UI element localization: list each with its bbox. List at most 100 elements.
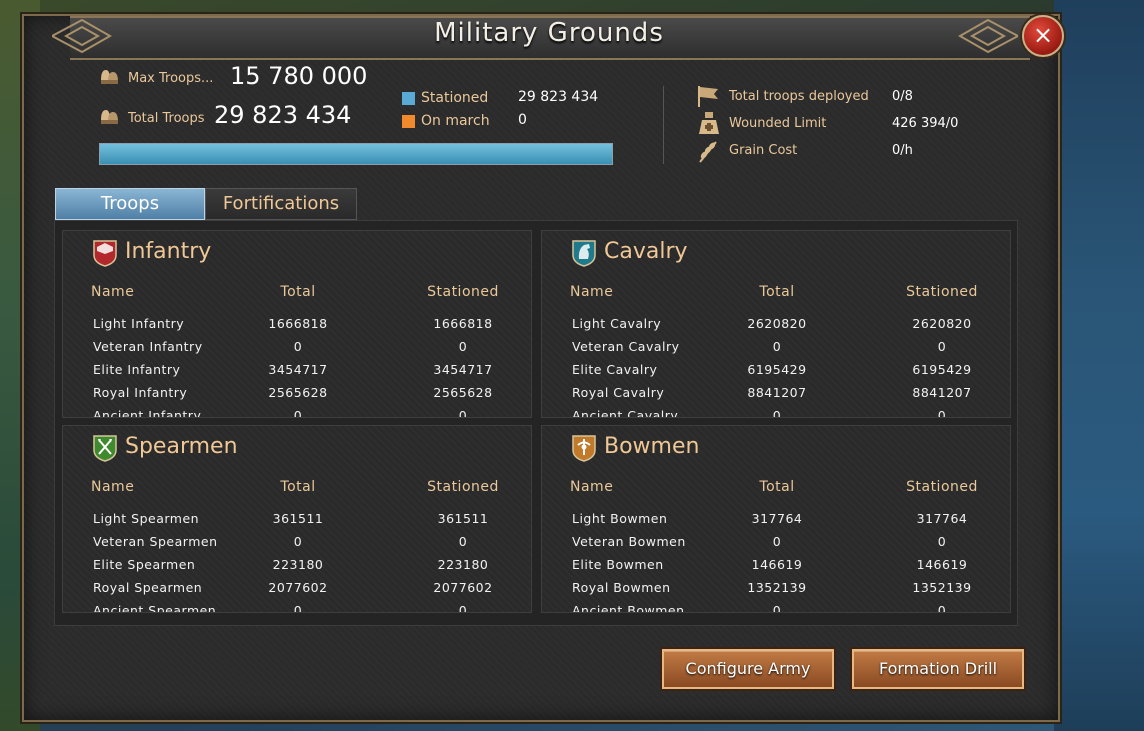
troop-name: Royal Spearmen <box>93 580 203 595</box>
column-header-total: Total <box>280 284 316 300</box>
troop-stationed: 3454717 <box>433 362 493 377</box>
troop-name: Veteran Bowmen <box>572 534 686 549</box>
bowmen-card: Bowmen Name Total Stationed Light Bowmen 3177… <box>541 425 1011 613</box>
tab-fortifications[interactable]: Fortifications <box>205 188 357 220</box>
stationed-label: Stationed <box>421 90 489 106</box>
cavalry-card: Cavalry Name Total Stationed Light Cavalry 26… <box>541 230 1011 418</box>
stationed-legend-swatch <box>402 92 415 105</box>
column-header-stationed: Stationed <box>906 479 978 495</box>
troop-total: 2620820 <box>747 316 807 331</box>
table-row: Royal Spearmen 2077602 2077602 <box>63 580 531 603</box>
flag-icon <box>698 86 718 107</box>
table-row: Light Infantry 1666818 1666818 <box>63 316 531 339</box>
column-header-stationed: Stationed <box>427 479 499 495</box>
troop-name: Ancient Spearmen <box>93 603 217 613</box>
troop-stationed: 0 <box>458 534 468 549</box>
table-row: Elite Cavalry 6195429 6195429 <box>542 362 1010 385</box>
troop-total: 2077602 <box>268 580 328 595</box>
troop-stationed: 2077602 <box>433 580 493 595</box>
table-row: Veteran Spearmen 0 0 <box>63 534 531 557</box>
troop-name: Royal Cavalry <box>572 385 665 400</box>
troop-stationed: 1666818 <box>433 316 493 331</box>
troop-stationed: 8841207 <box>912 385 972 400</box>
troop-stationed: 2620820 <box>912 316 972 331</box>
stationed-value: 29 823 434 <box>518 89 599 105</box>
troop-total: 0 <box>772 603 782 613</box>
column-header-stationed: Stationed <box>906 284 978 300</box>
troop-total: 0 <box>772 534 782 549</box>
troop-name: Light Infantry <box>93 316 185 331</box>
table-row: Light Spearmen 361511 361511 <box>63 511 531 534</box>
on-march-value: 0 <box>518 112 527 128</box>
troop-name: Elite Cavalry <box>572 362 658 377</box>
table-row: Royal Infantry 2565628 2565628 <box>63 385 531 408</box>
total-troops-label: Total Troops <box>128 111 205 126</box>
table-row: Royal Bowmen 1352139 1352139 <box>542 580 1010 603</box>
table-row: Royal Cavalry 8841207 8841207 <box>542 385 1010 408</box>
troops-helmet-icon <box>101 70 118 84</box>
troop-name: Elite Infantry <box>93 362 181 377</box>
total-troops-value: 29 823 434 <box>214 101 352 129</box>
spearmen-spears-icon <box>93 435 117 462</box>
grain-cost-label: Grain Cost <box>729 143 798 158</box>
troop-stationed: 0 <box>937 603 947 613</box>
column-header-name: Name <box>570 284 614 300</box>
troop-stationed: 0 <box>458 339 468 354</box>
grain-icon <box>699 141 717 163</box>
troop-name: Veteran Cavalry <box>572 339 680 354</box>
troop-name: Ancient Infantry <box>93 408 202 418</box>
troop-total: 0 <box>293 534 303 549</box>
stats-divider <box>663 86 664 164</box>
troop-total: 0 <box>772 339 782 354</box>
table-row: Veteran Bowmen 0 0 <box>542 534 1010 557</box>
troop-stationed: 2565628 <box>433 385 493 400</box>
troop-total: 0 <box>293 339 303 354</box>
column-header-total: Total <box>759 284 795 300</box>
troop-stationed: 0 <box>458 408 468 418</box>
infantry-shield-icon <box>93 240 117 267</box>
troops-helmet-icon <box>101 110 118 124</box>
troop-stationed: 0 <box>937 339 947 354</box>
troop-total: 3454717 <box>268 362 328 377</box>
cavalry-horse-icon <box>572 240 596 267</box>
close-button[interactable]: × <box>1022 15 1064 57</box>
table-row: Light Cavalry 2620820 2620820 <box>542 316 1010 339</box>
configure-army-button[interactable]: Configure Army <box>662 649 834 689</box>
troop-total: 0 <box>772 408 782 418</box>
group-title: Spearmen <box>125 434 238 459</box>
troop-name: Royal Infantry <box>93 385 188 400</box>
table-row: Elite Spearmen 223180 223180 <box>63 557 531 580</box>
troop-total: 8841207 <box>747 385 807 400</box>
formation-drill-button[interactable]: Formation Drill <box>852 649 1024 689</box>
tab-troops[interactable]: Troops <box>55 188 205 220</box>
table-row: Ancient Spearmen 0 0 <box>63 603 531 613</box>
infantry-card: Infantry Name Total Stationed Light Infantry… <box>62 230 532 418</box>
troop-total: 361511 <box>272 511 324 526</box>
troop-stationed: 6195429 <box>912 362 972 377</box>
troop-stationed: 0 <box>937 408 947 418</box>
group-title: Cavalry <box>604 239 688 264</box>
table-row: Ancient Infantry 0 0 <box>63 408 531 418</box>
column-header-total: Total <box>759 479 795 495</box>
max-troops-label: Max Troops... <box>128 71 214 86</box>
spearmen-card: Spearmen Name Total Stationed Light Spearmen… <box>62 425 532 613</box>
troops-progress-fill <box>100 144 612 164</box>
troop-name: Light Bowmen <box>572 511 668 526</box>
troop-name: Light Spearmen <box>93 511 200 526</box>
troops-progress-bar <box>99 143 613 165</box>
troop-total: 223180 <box>272 557 324 572</box>
column-header-name: Name <box>570 479 614 495</box>
group-title: Bowmen <box>604 434 700 459</box>
troop-name: Royal Bowmen <box>572 580 671 595</box>
column-header-name: Name <box>91 284 135 300</box>
table-row: Ancient Bowmen 0 0 <box>542 603 1010 613</box>
on-march-label: On march <box>421 113 490 129</box>
troop-stationed: 0 <box>458 603 468 613</box>
on-march-legend-swatch <box>402 115 415 128</box>
troop-total: 6195429 <box>747 362 807 377</box>
wounded-limit-label: Wounded Limit <box>729 116 827 131</box>
troop-total: 0 <box>293 603 303 613</box>
troop-total: 317764 <box>751 511 803 526</box>
grain-cost-value: 0/h <box>892 143 913 158</box>
troop-name: Ancient Bowmen <box>572 603 685 613</box>
